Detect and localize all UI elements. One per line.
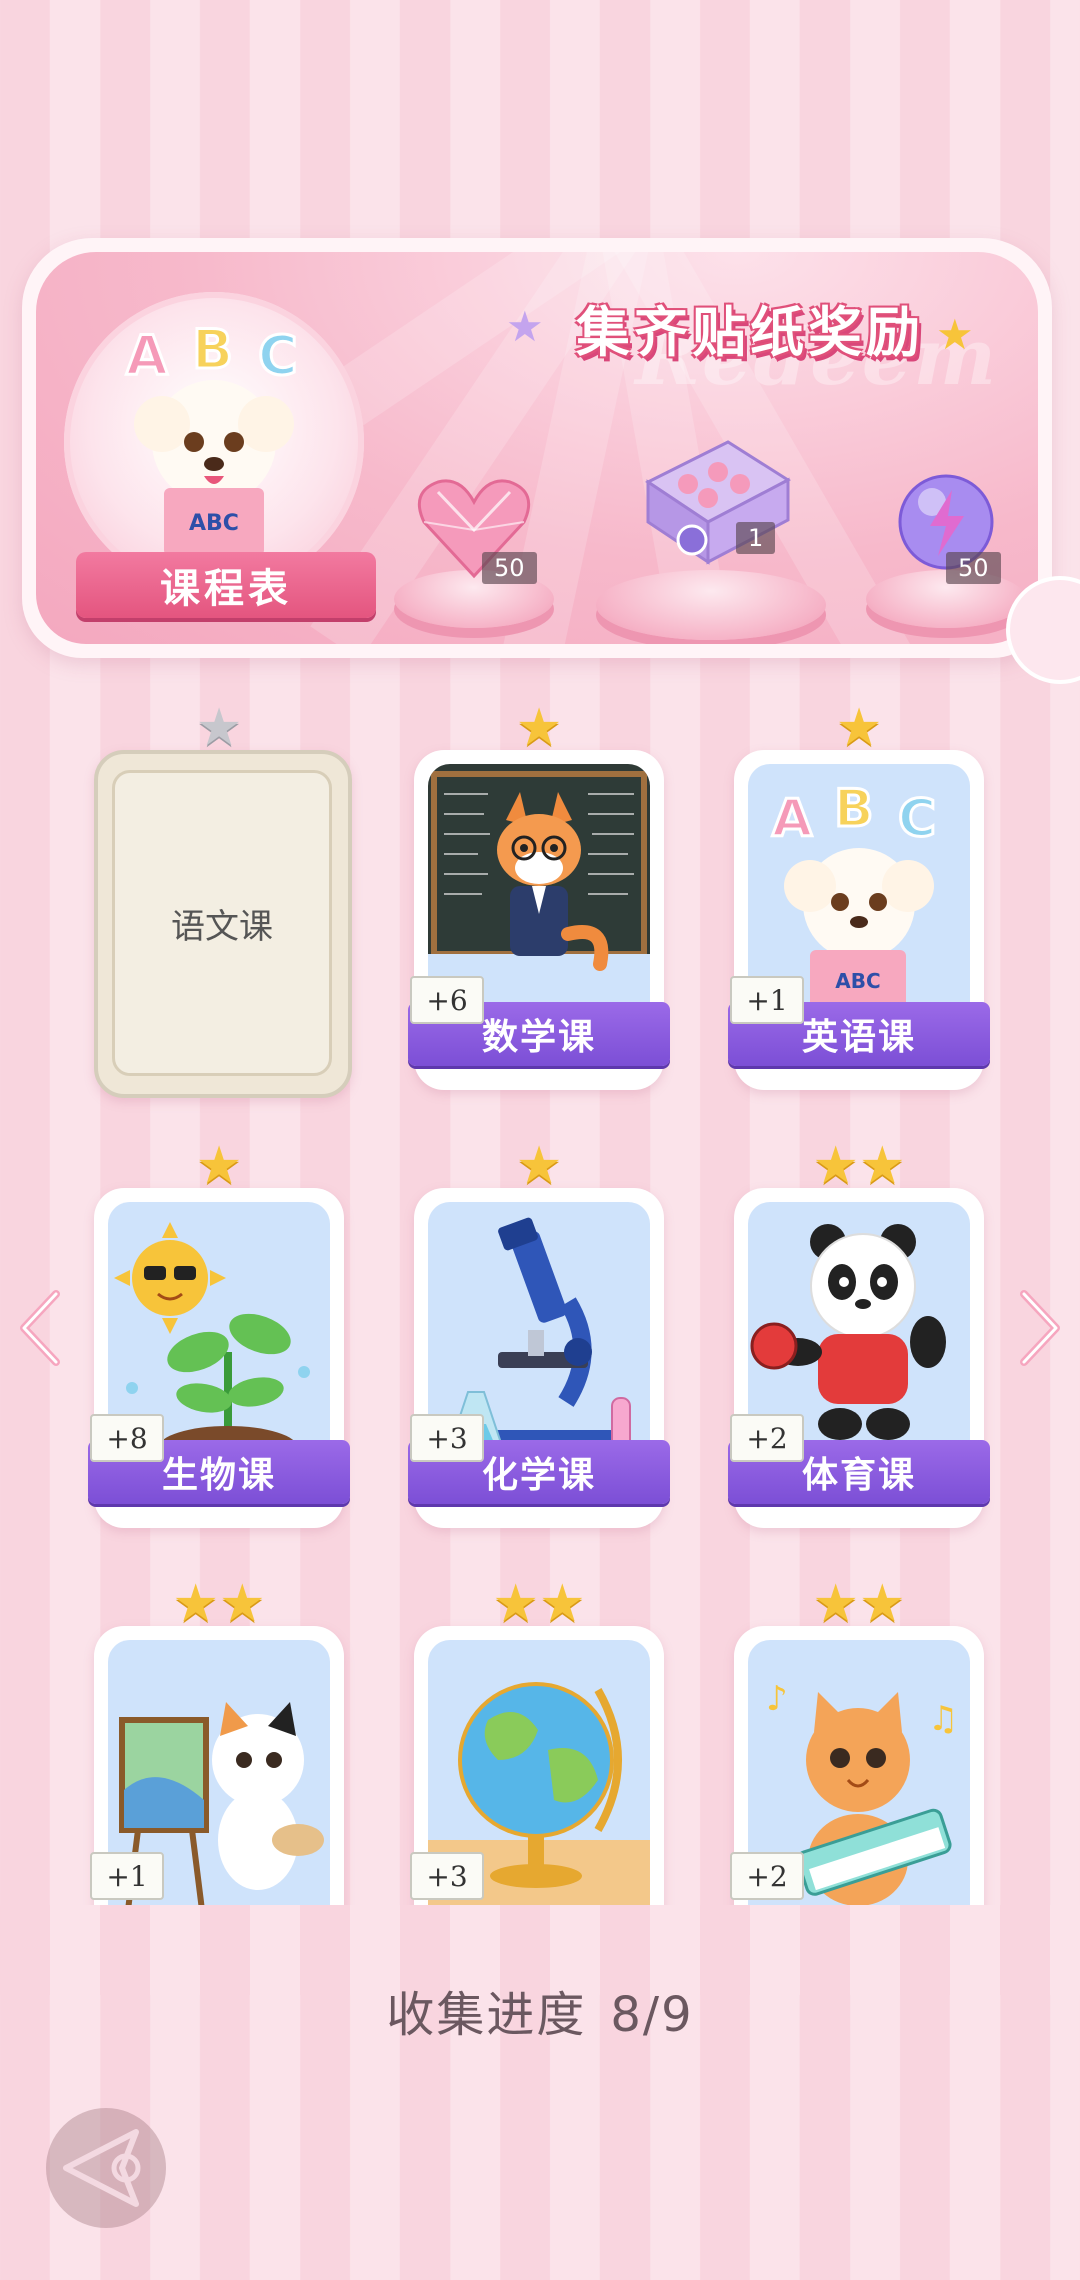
svg-text:ABC: ABC [189, 511, 239, 536]
collection-progress: 收集进度 8/9 [0, 1975, 1080, 2045]
star-icon: ★ [219, 1574, 266, 1634]
course-card-english[interactable]: ★ A B C ABC +1 英语课 [728, 702, 990, 1090]
course-card-chinese[interactable]: ★ 语文课 [94, 702, 352, 1098]
star-icon: ★ [812, 1574, 859, 1634]
course-card-chemistry[interactable]: ★ +3 化学课 [408, 1140, 670, 1528]
card-stars: ★★ [734, 1578, 984, 1630]
bonus-badge: +3 [410, 1414, 484, 1462]
back-button[interactable] [46, 2108, 166, 2228]
svg-text:B: B [192, 318, 233, 381]
star-icon: ★ [859, 1136, 906, 1196]
star-decor-icon: ★ [936, 310, 974, 359]
bonus-badge: +2 [730, 1852, 804, 1900]
star-decor-icon: ★ [506, 302, 544, 351]
puppy-reading-icon: A B C ABC [125, 317, 299, 556]
bonus-badge: +6 [410, 976, 484, 1024]
svg-text:♫: ♫ [928, 1699, 958, 1739]
schedule-label[interactable]: 课程表 [76, 552, 376, 618]
arrow-right-icon[interactable] [1014, 1288, 1064, 1368]
pedestal [596, 570, 826, 640]
card-stars: ★ [94, 1140, 344, 1192]
star-icon: ★ [812, 1136, 859, 1196]
svg-text:ABC: ABC [835, 969, 880, 993]
reward-count: 50 [946, 552, 1001, 584]
card-stars: ★ [414, 1140, 664, 1192]
back-arrow-icon [63, 2129, 141, 2207]
card-label: 语文课 [112, 770, 332, 1076]
bonus-badge: +3 [410, 1852, 484, 1900]
course-card-biology[interactable]: ★ +8 生物课 [88, 1140, 350, 1528]
card-stars: ★★ [94, 1578, 344, 1630]
svg-text:B: B [834, 779, 874, 839]
arrow-left-icon[interactable] [16, 1288, 66, 1368]
reward-count: 1 [736, 522, 776, 554]
progress-value: 8/9 [610, 1987, 694, 2043]
svg-text:A: A [126, 324, 168, 387]
card-stars: ★★ [414, 1578, 664, 1630]
course-card-math[interactable]: ★ +6 数学课 [408, 702, 670, 1090]
star-icon: ★ [835, 698, 883, 758]
star-icon: ★ [515, 698, 563, 758]
star-icon: ★ [859, 1574, 906, 1634]
card-stars: ★ [414, 702, 664, 754]
star-icon: ★ [195, 1136, 243, 1196]
reward-count: 50 [482, 552, 537, 584]
bonus-badge: +8 [90, 1414, 164, 1462]
star-icon: ★ [515, 1136, 563, 1196]
bonus-badge: +1 [730, 976, 804, 1024]
svg-text:♪: ♪ [766, 1679, 788, 1719]
star-icon: ★ [172, 1574, 219, 1634]
star-icon: ★ [539, 1574, 586, 1634]
star-icon: ★ [195, 698, 243, 758]
banner-title: 集齐贴纸奖励 [576, 301, 924, 364]
bonus-badge: +1 [90, 1852, 164, 1900]
card-stars: ★ [734, 702, 984, 754]
course-card-pe[interactable]: ★★ +2 体育课 [728, 1140, 990, 1528]
svg-text:C: C [898, 789, 936, 849]
card-stars: ★★ [734, 1140, 984, 1192]
progress-label: 收集进度 [386, 1987, 587, 2043]
star-icon: ★ [492, 1574, 539, 1634]
schedule-button[interactable]: A B C ABC [64, 292, 364, 592]
card-stars: ★ [94, 702, 344, 754]
svg-text:C: C [258, 324, 298, 387]
bonus-badge: +2 [730, 1414, 804, 1462]
svg-text:A: A [772, 789, 812, 849]
reward-banner: Redeem ★ ★ 集齐贴纸奖励 A B C ABC 课程表 50 1 50 [22, 238, 1052, 658]
